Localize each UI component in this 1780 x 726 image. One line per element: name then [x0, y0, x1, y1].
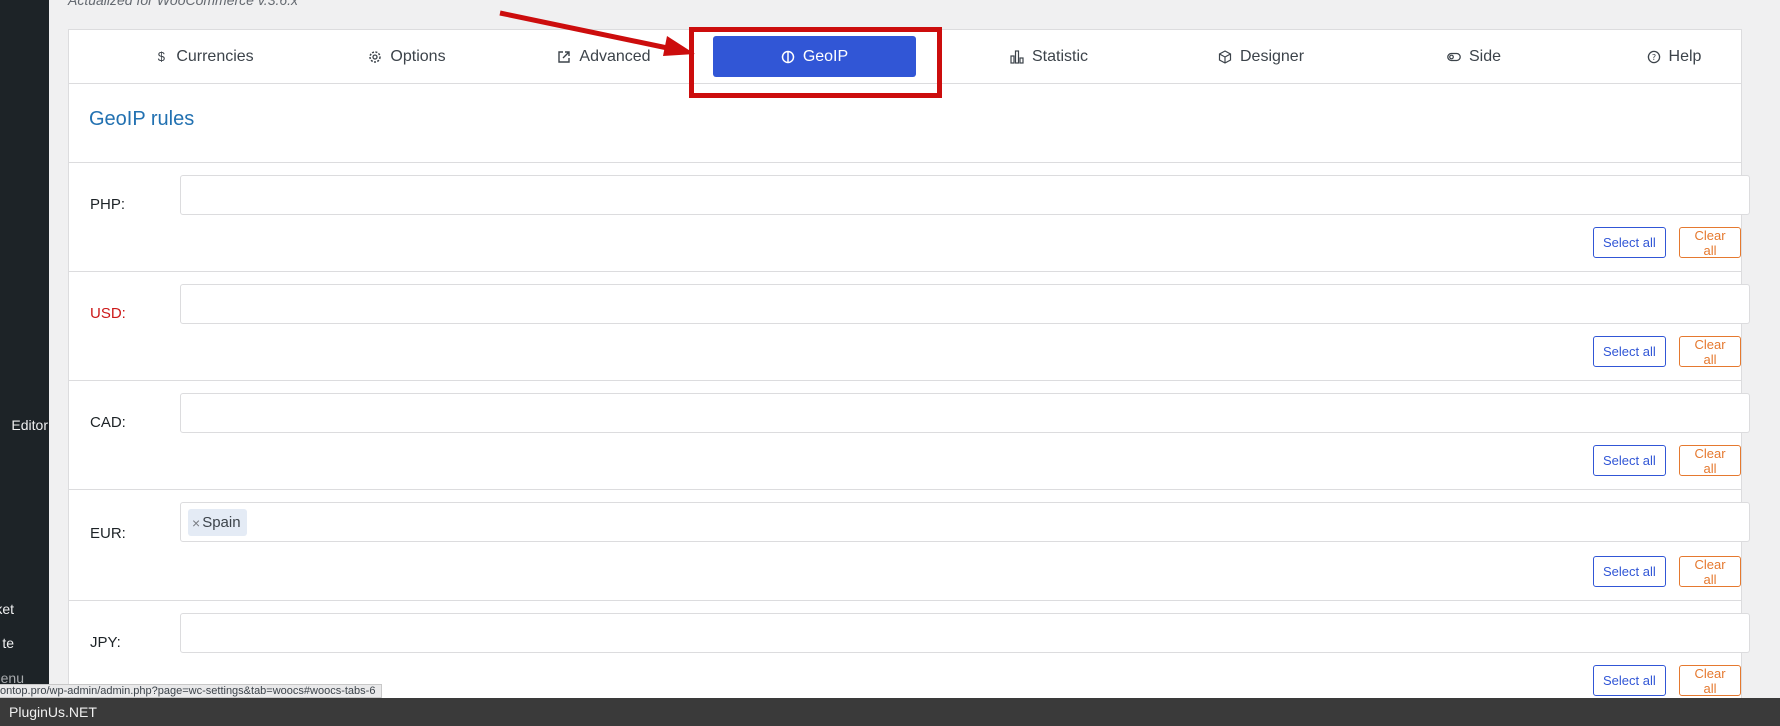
- currency-label: JPY:: [90, 634, 121, 651]
- cube-icon: [1218, 50, 1232, 64]
- section-title: GeoIP rules: [89, 108, 195, 130]
- question-circle-icon: ?: [1647, 50, 1661, 64]
- tab-bar: $ Currencies Options Advanced GeoIP Stat…: [69, 30, 1741, 84]
- tab-label: Statistic: [1031, 48, 1088, 65]
- currency-label: USD:: [90, 305, 126, 322]
- tab-label: Advanced: [579, 48, 651, 65]
- watermark-bar: PluginUs.NET: [0, 698, 1780, 726]
- sidebar-item-te[interactable]: te: [2, 635, 14, 651]
- country-select-eur[interactable]: × Spain: [180, 502, 1750, 542]
- country-select-cad[interactable]: [180, 393, 1750, 433]
- tab-label: Designer: [1239, 48, 1305, 65]
- country-select-usd[interactable]: [180, 284, 1750, 324]
- clear-all-button[interactable]: Clear all: [1679, 665, 1741, 696]
- tab-side[interactable]: Side: [1409, 30, 1539, 84]
- tab-label: Help: [1668, 48, 1702, 65]
- currency-label: EUR:: [90, 525, 126, 542]
- geoip-rule-php: PHP: Select all Clear all: [69, 163, 1750, 272]
- dollar-icon: $: [157, 49, 165, 64]
- clear-all-button[interactable]: Clear all: [1679, 556, 1741, 587]
- globe-icon: [781, 50, 795, 64]
- tab-label: Side: [1468, 48, 1502, 65]
- gear-icon: [368, 50, 382, 64]
- geoip-rule-eur: EUR: × Spain Select all Clear all: [69, 490, 1750, 601]
- country-tag: × Spain: [188, 509, 247, 536]
- toggle-icon: [1447, 50, 1461, 64]
- select-all-button[interactable]: Select all: [1593, 336, 1666, 367]
- select-all-button[interactable]: Select all: [1593, 445, 1666, 476]
- tab-options[interactable]: Options: [332, 30, 482, 84]
- watermark-label: PluginUs.NET: [9, 704, 97, 720]
- tab-currencies[interactable]: $ Currencies: [124, 30, 284, 84]
- tab-statistic[interactable]: Statistic: [979, 30, 1119, 84]
- country-tag-label: Spain: [202, 514, 241, 531]
- tab-label: GeoIP: [802, 47, 849, 65]
- sidebar-item-market[interactable]: ket: [0, 601, 14, 617]
- external-link-icon: [557, 50, 571, 64]
- link-url-tooltip: ontop.pro/wp-admin/admin.php?page=wc-set…: [0, 684, 383, 698]
- currency-label: CAD:: [90, 414, 126, 431]
- country-select-php[interactable]: [180, 175, 1750, 215]
- country-select-jpy[interactable]: [180, 613, 1750, 653]
- tab-designer[interactable]: Designer: [1186, 30, 1336, 84]
- wp-admin-sidebar: Editor ket te nenu: [0, 0, 49, 698]
- tab-geoip[interactable]: GeoIP: [713, 36, 916, 77]
- clear-all-button[interactable]: Clear all: [1679, 445, 1741, 476]
- geoip-rule-cad: CAD: Select all Clear all: [69, 381, 1750, 490]
- clear-all-button[interactable]: Clear all: [1679, 227, 1741, 258]
- tab-label: Currencies: [176, 48, 254, 65]
- clear-all-button[interactable]: Clear all: [1679, 336, 1741, 367]
- settings-panel: $ Currencies Options Advanced GeoIP Stat…: [68, 29, 1750, 709]
- currency-label: PHP:: [90, 196, 126, 213]
- svg-text:?: ?: [1651, 53, 1655, 62]
- woocommerce-version-note: Actualized for WooCommerce v.3.6.x: [68, 0, 299, 8]
- tab-help[interactable]: ? Help: [1619, 30, 1729, 84]
- select-all-button[interactable]: Select all: [1593, 227, 1666, 258]
- tab-label: Options: [390, 48, 446, 65]
- tab-advanced[interactable]: Advanced: [529, 30, 679, 84]
- remove-tag-icon[interactable]: ×: [192, 515, 200, 531]
- sidebar-item-editor[interactable]: Editor: [11, 417, 48, 433]
- geoip-rule-usd: USD: Select all Clear all: [69, 272, 1750, 381]
- bar-chart-icon: [1010, 50, 1024, 64]
- select-all-button[interactable]: Select all: [1593, 556, 1666, 587]
- select-all-button[interactable]: Select all: [1593, 665, 1666, 696]
